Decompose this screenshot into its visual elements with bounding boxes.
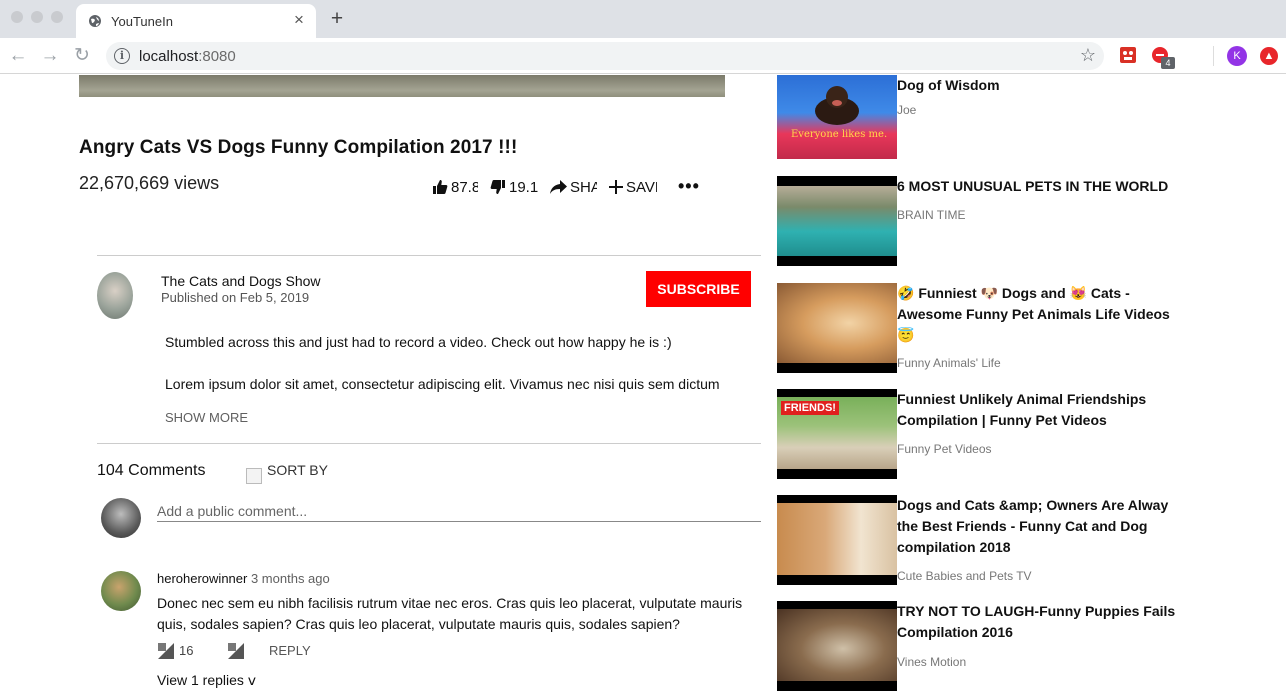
thumbnail-caption: Everyone likes me. bbox=[791, 129, 888, 140]
site-info-icon[interactable]: i bbox=[114, 48, 130, 64]
recommended-channel[interactable]: Funny Animals' Life bbox=[897, 356, 1001, 370]
url-text[interactable]: localhost:8080 bbox=[139, 48, 236, 65]
like-count: 87.8 bbox=[451, 178, 478, 196]
recommended-title[interactable]: Dog of Wisdom bbox=[897, 75, 1187, 96]
comments-count: 104 Comments bbox=[97, 462, 206, 479]
comment-time: 3 months ago bbox=[250, 571, 330, 586]
thumbs-down-icon bbox=[490, 180, 505, 194]
window-close-dot[interactable] bbox=[11, 11, 23, 23]
browser-tab[interactable]: YouTuneIn × bbox=[76, 4, 316, 38]
comment-like-count: 16 bbox=[179, 643, 194, 658]
recommended-channel[interactable]: BRAIN TIME bbox=[897, 208, 965, 222]
window-minimize-dot[interactable] bbox=[31, 11, 43, 23]
recommended-title[interactable]: Funniest Unlikely Animal Friendships Com… bbox=[897, 389, 1187, 431]
extension-upload-icon[interactable]: ▲ bbox=[1260, 47, 1278, 65]
divider bbox=[97, 443, 761, 444]
more-options-icon[interactable]: ••• bbox=[678, 176, 700, 197]
recommended-video[interactable]: FRIENDS! Funniest Unlikely Animal Friend… bbox=[777, 389, 1187, 479]
show-more-button[interactable]: SHOW MORE bbox=[165, 410, 248, 425]
recommended-channel[interactable]: Cute Babies and Pets TV bbox=[897, 569, 1032, 583]
window-zoom-dot[interactable] bbox=[51, 11, 63, 23]
divider bbox=[97, 255, 761, 256]
bookmark-star-icon[interactable]: ☆ bbox=[1080, 45, 1096, 66]
comment-input[interactable] bbox=[157, 500, 761, 522]
video-player[interactable] bbox=[79, 75, 725, 97]
comment-text: Donec nec sem eu nibh facilisis rutrum v… bbox=[157, 595, 743, 632]
profile-avatar[interactable]: K bbox=[1227, 46, 1247, 66]
current-user-avatar bbox=[101, 498, 141, 538]
tab-close-icon[interactable]: × bbox=[290, 10, 308, 30]
extension-puzzle-icon[interactable] bbox=[1119, 46, 1137, 64]
recommended-video[interactable]: Everyone likes me. Dog of Wisdom Joe bbox=[777, 75, 1187, 161]
recommended-title[interactable]: 6 MOST UNUSUAL PETS IN THE WORLD bbox=[897, 176, 1187, 197]
sort-icon[interactable] bbox=[246, 468, 262, 484]
recommended-title[interactable]: Dogs and Cats &amp; Owners Are Alway the… bbox=[897, 495, 1187, 558]
recommended-channel[interactable]: Vines Motion bbox=[897, 655, 966, 669]
comment-avatar[interactable] bbox=[101, 571, 141, 611]
video-title: Angry Cats VS Dogs Funny Compilation 201… bbox=[79, 137, 518, 158]
video-thumbnail[interactable] bbox=[777, 601, 897, 691]
description-line: Stumbled across this and just had to rec… bbox=[165, 334, 672, 350]
url-host: localhost bbox=[139, 48, 199, 65]
sort-by-button[interactable]: SORT BY bbox=[267, 462, 328, 478]
tab-title: YouTuneIn bbox=[111, 14, 173, 29]
url-port: :8080 bbox=[198, 48, 236, 65]
comment-header: heroherowinner 3 months ago bbox=[157, 571, 330, 586]
save-button[interactable]: SAVE bbox=[609, 176, 657, 198]
plus-icon bbox=[609, 180, 623, 194]
video-thumbnail[interactable] bbox=[777, 495, 897, 585]
publish-date: Published on Feb 5, 2019 bbox=[161, 290, 310, 305]
recommended-video[interactable]: 🤣 Funniest 🐶 Dogs and 😻 Cats - Awesome F… bbox=[777, 283, 1187, 373]
new-tab-button[interactable]: + bbox=[326, 6, 348, 32]
dislike-button[interactable]: 19.1 bbox=[490, 176, 540, 198]
dog-graphic bbox=[815, 86, 859, 125]
recommended-video[interactable]: 6 MOST UNUSUAL PETS IN THE WORLD BRAIN T… bbox=[777, 176, 1187, 266]
recommended-channel[interactable]: Funny Pet Videos bbox=[897, 442, 992, 456]
extension-badge: 4 bbox=[1161, 57, 1175, 69]
toolbar-divider bbox=[1213, 46, 1214, 66]
view-replies-button[interactable]: View 1 replies ⅴ bbox=[157, 672, 256, 689]
video-thumbnail[interactable] bbox=[777, 176, 897, 266]
description-line: Lorem ipsum dolor sit amet, consectetur … bbox=[165, 376, 720, 392]
comment-reply-button[interactable]: REPLY bbox=[269, 643, 311, 658]
dislike-count: 19.1 bbox=[509, 178, 539, 196]
thumbnail-caption: FRIENDS! bbox=[781, 401, 839, 415]
video-thumbnail[interactable]: FRIENDS! bbox=[777, 389, 897, 479]
video-thumbnail[interactable]: Everyone likes me. bbox=[777, 75, 897, 159]
recommended-video[interactable]: TRY NOT TO LAUGH-Funny Puppies Fails Com… bbox=[777, 601, 1187, 691]
share-label: SHARE bbox=[570, 178, 597, 196]
address-bar[interactable]: i localhost:8080 ☆ bbox=[106, 42, 1104, 70]
recommended-title[interactable]: TRY NOT TO LAUGH-Funny Puppies Fails Com… bbox=[897, 601, 1187, 643]
like-button[interactable]: 87.8 bbox=[432, 176, 478, 198]
recommended-channel[interactable]: Joe bbox=[897, 103, 916, 117]
save-label: SAVE bbox=[626, 178, 657, 196]
share-arrow-icon bbox=[550, 179, 567, 194]
recommended-title[interactable]: 🤣 Funniest 🐶 Dogs and 😻 Cats - Awesome F… bbox=[897, 283, 1187, 346]
channel-name[interactable]: The Cats and Dogs Show bbox=[161, 273, 321, 289]
back-arrow-icon[interactable]: ← bbox=[6, 44, 30, 68]
comment-author[interactable]: heroherowinner bbox=[157, 571, 247, 586]
channel-avatar[interactable] bbox=[97, 272, 133, 319]
browser-tab-bar: YouTuneIn × + bbox=[0, 0, 1286, 38]
video-thumbnail[interactable] bbox=[777, 283, 897, 373]
globe-icon bbox=[89, 15, 101, 27]
view-count: 22,670,669 views bbox=[79, 173, 220, 193]
recommended-video[interactable]: Dogs and Cats &amp; Owners Are Alway the… bbox=[777, 495, 1187, 585]
browser-toolbar: ← → ↻ i localhost:8080 ☆ bbox=[0, 38, 1286, 74]
subscribe-button[interactable]: SUBSCRIBE bbox=[646, 271, 751, 307]
thumbs-up-icon bbox=[433, 180, 448, 194]
forward-arrow-icon[interactable]: → bbox=[38, 44, 62, 68]
comment-dislike-icon[interactable] bbox=[228, 643, 244, 659]
comment-like-icon[interactable] bbox=[158, 643, 174, 659]
share-button[interactable]: SHARE bbox=[550, 176, 597, 198]
reload-icon[interactable]: ↻ bbox=[70, 44, 94, 68]
